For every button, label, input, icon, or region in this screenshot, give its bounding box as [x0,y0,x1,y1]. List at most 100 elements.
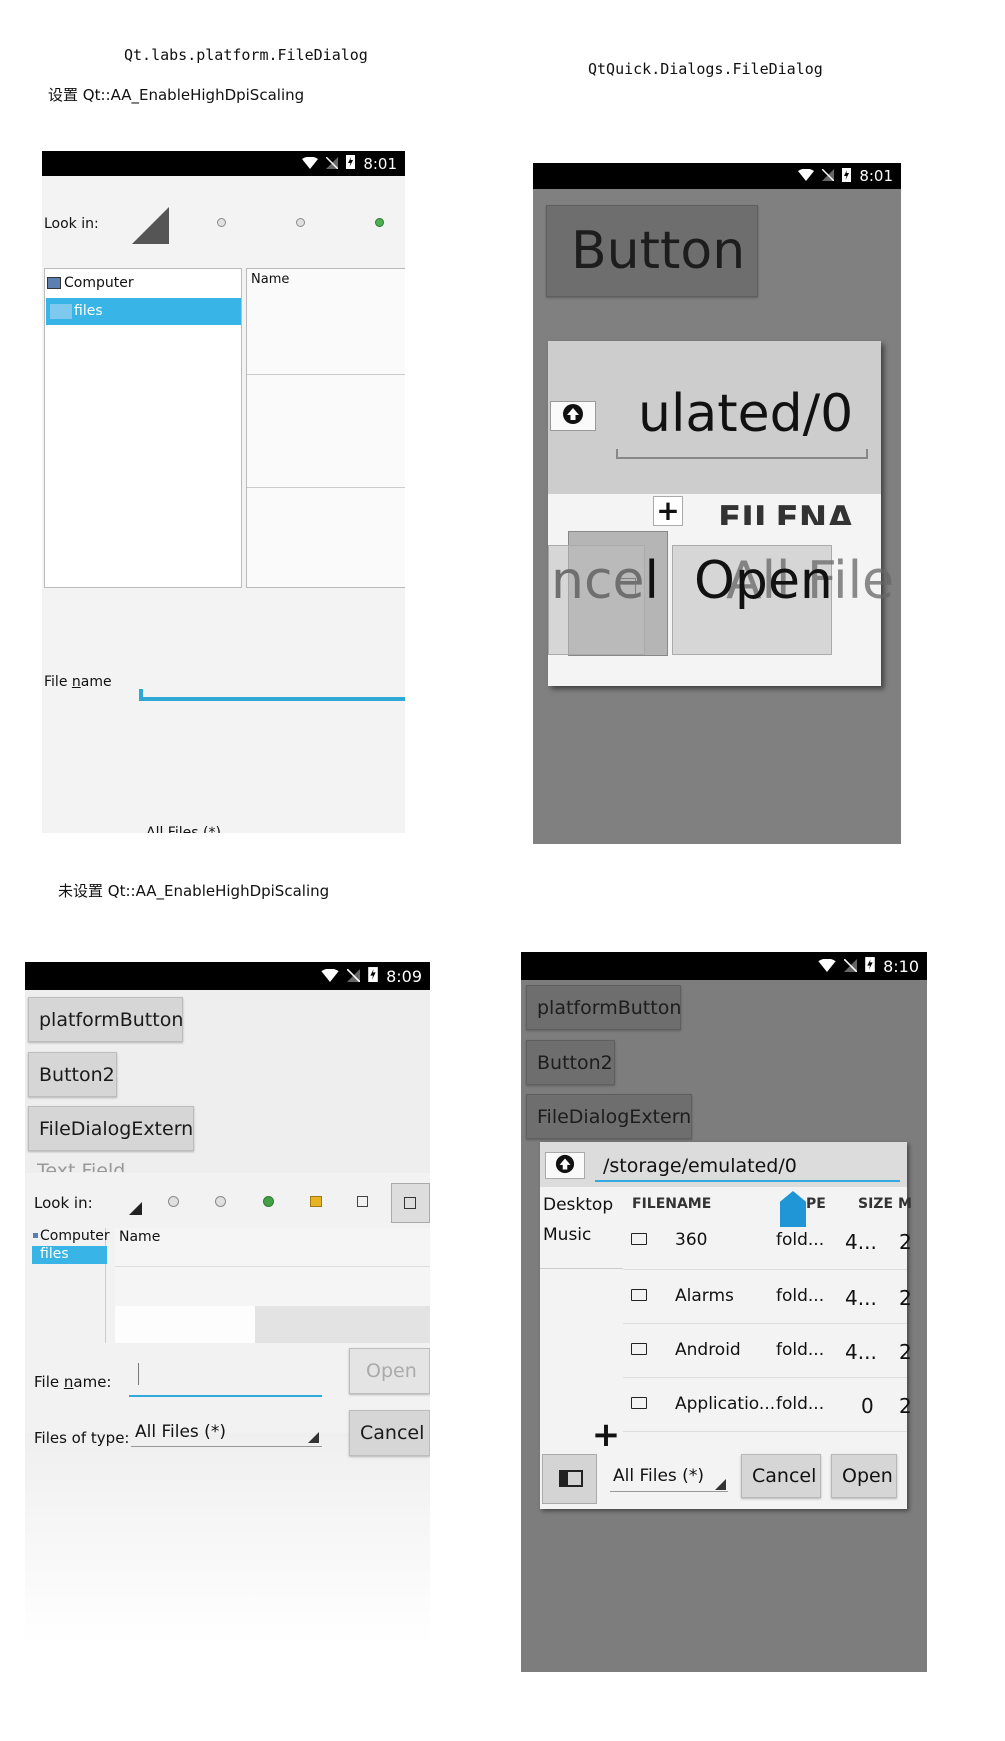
phone-a-screenshot: 8:01 Look in: Computer files Name File n… [42,151,405,833]
file-name-input[interactable] [129,1355,322,1397]
right-title-caption: QtQuick.Dialogs.FileDialog [588,60,823,78]
new-folder-icon[interactable] [310,1196,322,1207]
path-field[interactable]: ulated/0 [638,384,853,444]
look-in-combo-arrow-icon[interactable] [132,207,169,244]
column-type[interactable]: PE [806,1196,826,1212]
combo-arrow-icon [715,1479,726,1490]
sidebar-item-files[interactable]: files [32,1246,107,1264]
file-name-label: File name: [34,1373,112,1391]
bookmarks-panel: Desktop Music [540,1188,623,1269]
status-bar: 8:01 [533,163,901,189]
look-in-combo-arrow-icon[interactable] [129,1202,142,1215]
sidebar-panel: Computer files [44,268,242,588]
forward-icon[interactable] [215,1196,226,1207]
forward-icon[interactable] [296,218,305,227]
file-dialog: ulated/0 + FILENA ncel All File Open [548,341,894,686]
wifi-icon [818,957,836,976]
sidebar-item-computer[interactable]: Computer [64,275,134,291]
bookmark-music[interactable]: Music [543,1225,591,1245]
platform-file-dialog: Look in: Computer files Name File name: … [25,1173,430,1433]
no-signal-icon [325,155,339,173]
sidebar-item-files[interactable]: files [46,298,241,325]
up-arrow-icon [562,403,584,429]
column-filename[interactable]: FILENAME [632,1196,711,1212]
combo-arrow-icon [308,1432,319,1443]
filename-column-header[interactable]: FILENA [718,499,854,525]
status-bar: 8:10 [521,952,927,980]
no-signal-icon [821,167,835,185]
battery-charging-icon [842,167,852,186]
list-view-icon[interactable] [357,1196,368,1207]
open-button-text[interactable]: Open [694,551,833,611]
up-button[interactable] [545,1152,585,1179]
hidpi-off-caption: 未设置 Qt::AA_EnableHighDpiScaling [58,882,330,900]
column-name-header[interactable]: Name [119,1229,160,1245]
button2[interactable]: Button2 [526,1040,615,1085]
open-button[interactable]: Open [831,1454,897,1498]
folder-icon [631,1397,647,1409]
up-button[interactable] [550,401,596,431]
table-row[interactable]: Android fold... 4... 2 [623,1323,912,1378]
detail-view-icon [404,1197,416,1209]
platform-button[interactable]: platformButton [526,985,681,1030]
file-name-input[interactable] [139,697,405,701]
look-in-label: Look in: [44,216,99,232]
computer-icon [33,1233,38,1238]
platform-button[interactable]: platformButton [28,997,183,1042]
plus-icon[interactable]: + [591,1418,621,1452]
dialog-header: /storage/emulated/0 [540,1142,907,1187]
phone-b-screenshot: 8:01 Button ulated/0 + FILENA ncel All F… [533,163,901,844]
back-icon[interactable] [217,218,226,227]
up-arrow-icon [555,1154,575,1178]
status-time: 8:10 [883,956,919,976]
no-signal-icon [346,967,361,986]
file-name-label: File name [44,674,112,690]
parent-dir-icon[interactable] [375,218,384,227]
cancel-button[interactable]: Cancel [349,1410,430,1456]
wifi-icon [302,155,319,173]
filter-combo[interactable]: All Files (*) [610,1464,728,1492]
battery-charging-icon [865,956,875,976]
file-dialog-extern-button[interactable]: FileDialogExtern [526,1094,692,1139]
folder-icon [631,1233,647,1245]
left-title-caption: Qt.labs.platform.FileDialog [124,46,368,64]
back-icon[interactable] [168,1196,179,1207]
file-dialog-extern-button[interactable]: FileDialogExtern [28,1106,194,1151]
status-time: 8:09 [386,966,422,986]
bookmark-desktop[interactable]: Desktop [543,1195,613,1215]
folder-icon [50,304,72,319]
path-field[interactable]: /storage/emulated/0 [595,1152,900,1182]
computer-icon [47,277,61,289]
parent-dir-icon[interactable] [263,1196,274,1207]
battery-charging-icon [346,154,356,173]
sidebar-toggle-button[interactable] [542,1454,597,1504]
column-size[interactable]: SIZE [858,1196,893,1212]
folder-icon [631,1289,647,1301]
table-row[interactable]: Alarms fold... 4... 2 [623,1269,912,1324]
status-bar: 8:01 [42,151,405,176]
cancel-button[interactable] [548,545,645,655]
look-in-label: Look in: [34,1194,93,1212]
files-of-type-cut: All Files (*) [146,825,221,833]
status-bar: 8:09 [25,962,430,990]
column-modified[interactable]: M [898,1196,912,1212]
open-button[interactable]: Open [349,1348,430,1394]
file-list-panel: Name [115,1228,430,1343]
table-row[interactable]: 360 fold... 4... 2 [623,1213,912,1270]
table-row[interactable]: Applicatio... fold... 0 2 [623,1377,912,1432]
button2[interactable]: Button2 [28,1052,117,1097]
column-name-header[interactable]: Name [251,272,289,287]
battery-charging-icon [368,966,378,986]
files-of-type-label: Files of type: [34,1429,130,1447]
big-button[interactable]: Button [546,205,758,297]
status-time: 8:01 [363,154,397,173]
cancel-button[interactable]: Cancel [741,1454,821,1498]
plus-icon[interactable]: + [653,496,683,526]
file-list-panel: Name [246,268,405,588]
detail-view-button[interactable] [391,1183,430,1223]
files-of-type-combo[interactable]: All Files (*) [131,1420,322,1447]
hidpi-on-caption: 设置 Qt::AA_EnableHighDpiScaling [48,86,305,104]
text-field[interactable]: Text Field [37,1160,125,1172]
dialog-header: ulated/0 [548,341,881,494]
sidebar-item-computer[interactable]: Computer [40,1228,110,1244]
